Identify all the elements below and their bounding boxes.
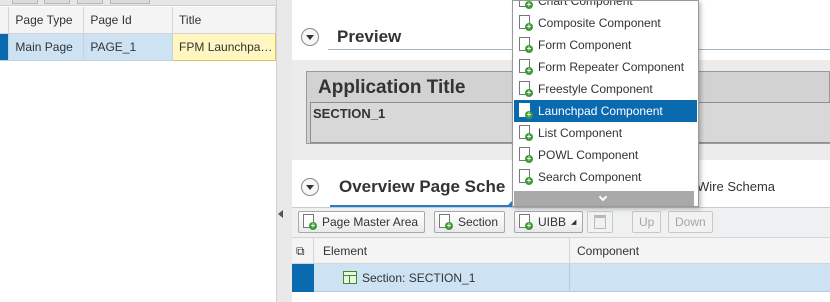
section-label: SECTION_1: [313, 106, 386, 121]
menu-item-powl-component[interactable]: + POWL Component: [514, 144, 697, 166]
button-label: Up: [639, 215, 655, 229]
button-label: Page Master Area: [322, 215, 419, 229]
column-header-title[interactable]: Title: [172, 7, 276, 34]
page-list-panel: Page Type Page Id Title Main Page PAGE_1…: [0, 0, 276, 302]
menu-item-label: Chart Component: [538, 0, 633, 8]
column-header-component[interactable]: Component: [570, 238, 830, 264]
add-document-icon: +: [519, 15, 533, 31]
column-divider: [569, 264, 570, 292]
add-page-master-area-button[interactable]: + Page Master Area: [298, 211, 426, 233]
overview-collapse-icon[interactable]: [301, 178, 319, 196]
tab-wire-schema[interactable]: Wire Schema: [697, 179, 775, 194]
row-selector[interactable]: [0, 33, 10, 61]
page-type-cell: Main Page: [8, 33, 85, 61]
schema-toolbar: + Page Master Area + Section + UIBB ◢ Up…: [292, 207, 830, 237]
uibb-dropdown-menu: + Chart Component + Composite Component …: [512, 0, 699, 207]
overview-heading[interactable]: Overview Page Sche: [339, 177, 505, 197]
move-up-button[interactable]: Up: [632, 211, 662, 233]
toolbar-button[interactable]: [77, 0, 103, 4]
column-header-page-id[interactable]: Page Id: [83, 7, 174, 34]
menu-item-launchpad-component[interactable]: + Launchpad Component: [514, 100, 697, 122]
left-toolbar-strip: [0, 0, 276, 6]
select-all-icon[interactable]: ⧉: [292, 238, 314, 264]
row-selector-header[interactable]: [0, 7, 10, 34]
menu-item-freestyle-component[interactable]: + Freestyle Component: [514, 78, 697, 100]
move-down-button[interactable]: Down: [668, 211, 713, 233]
menu-item-label: Freestyle Component: [538, 82, 653, 96]
add-document-icon: +: [519, 169, 533, 185]
application-title: Application Title: [318, 77, 466, 98]
add-document-icon: +: [303, 214, 317, 230]
add-document-icon: +: [519, 1, 533, 9]
menu-item-label: POWL Component: [538, 148, 639, 162]
button-label: UIBB: [538, 215, 567, 229]
button-label: Section: [458, 215, 499, 229]
menu-item-label: Form Repeater Component: [538, 60, 685, 74]
column-header-element[interactable]: Element: [314, 238, 570, 264]
page-id-cell: PAGE_1: [83, 33, 174, 61]
chevron-down-icon: [598, 192, 608, 202]
add-document-icon: +: [519, 147, 533, 163]
add-section-button[interactable]: + Section: [434, 211, 506, 233]
button-label: Down: [675, 215, 706, 229]
panel-splitter[interactable]: [276, 0, 292, 302]
schema-grid-header: ⧉ Element Component: [292, 237, 830, 264]
menu-item-form-repeater-component[interactable]: + Form Repeater Component: [514, 56, 697, 78]
menu-item-label: List Component: [538, 126, 623, 140]
toolbar-button[interactable]: [110, 0, 150, 4]
title-input[interactable]: FPM Launchpad Application: [172, 32, 276, 61]
preview-heading: Preview: [337, 27, 402, 46]
add-document-icon: +: [519, 81, 533, 97]
add-document-icon: +: [519, 125, 533, 141]
preview-collapse-icon[interactable]: [301, 28, 319, 46]
table-row[interactable]: Section: SECTION_1: [292, 264, 830, 292]
add-uibb-button[interactable]: + UIBB ◢: [514, 211, 584, 233]
menu-item-search-component[interactable]: + Search Component: [514, 166, 697, 188]
toolbar-button[interactable]: [44, 0, 70, 4]
scroll-down-button[interactable]: [514, 191, 694, 206]
menu-item-chart-component[interactable]: + Chart Component: [514, 0, 697, 12]
menu-item-label: Composite Component: [538, 16, 661, 30]
page-table: Page Type Page Id Title Main Page PAGE_1…: [0, 7, 276, 61]
trash-icon: [594, 215, 606, 229]
menu-item-label: Launchpad Component: [538, 104, 663, 118]
collapse-left-icon[interactable]: [278, 210, 283, 218]
toolbar-button[interactable]: [12, 0, 38, 4]
column-header-page-type[interactable]: Page Type: [8, 7, 85, 34]
menu-item-label: Search Component: [538, 170, 642, 184]
menu-item-form-component[interactable]: + Form Component: [514, 34, 697, 56]
menu-item-label: Form Component: [538, 38, 632, 52]
menu-item-list-component[interactable]: + List Component: [514, 122, 697, 144]
delete-button[interactable]: [587, 211, 613, 233]
menu-item-composite-component[interactable]: + Composite Component: [514, 12, 697, 34]
dropdown-caret-icon: ◢: [571, 219, 577, 226]
add-document-icon: +: [519, 59, 533, 75]
element-cell: Section: SECTION_1: [362, 271, 476, 285]
section-icon: [343, 271, 357, 284]
add-document-icon: +: [439, 214, 453, 230]
add-document-icon: +: [519, 214, 533, 230]
row-selector[interactable]: [292, 264, 314, 292]
table-row[interactable]: Main Page PAGE_1 FPM Launchpad Applicati…: [0, 32, 276, 61]
add-document-icon: +: [519, 103, 533, 119]
add-document-icon: +: [519, 37, 533, 53]
